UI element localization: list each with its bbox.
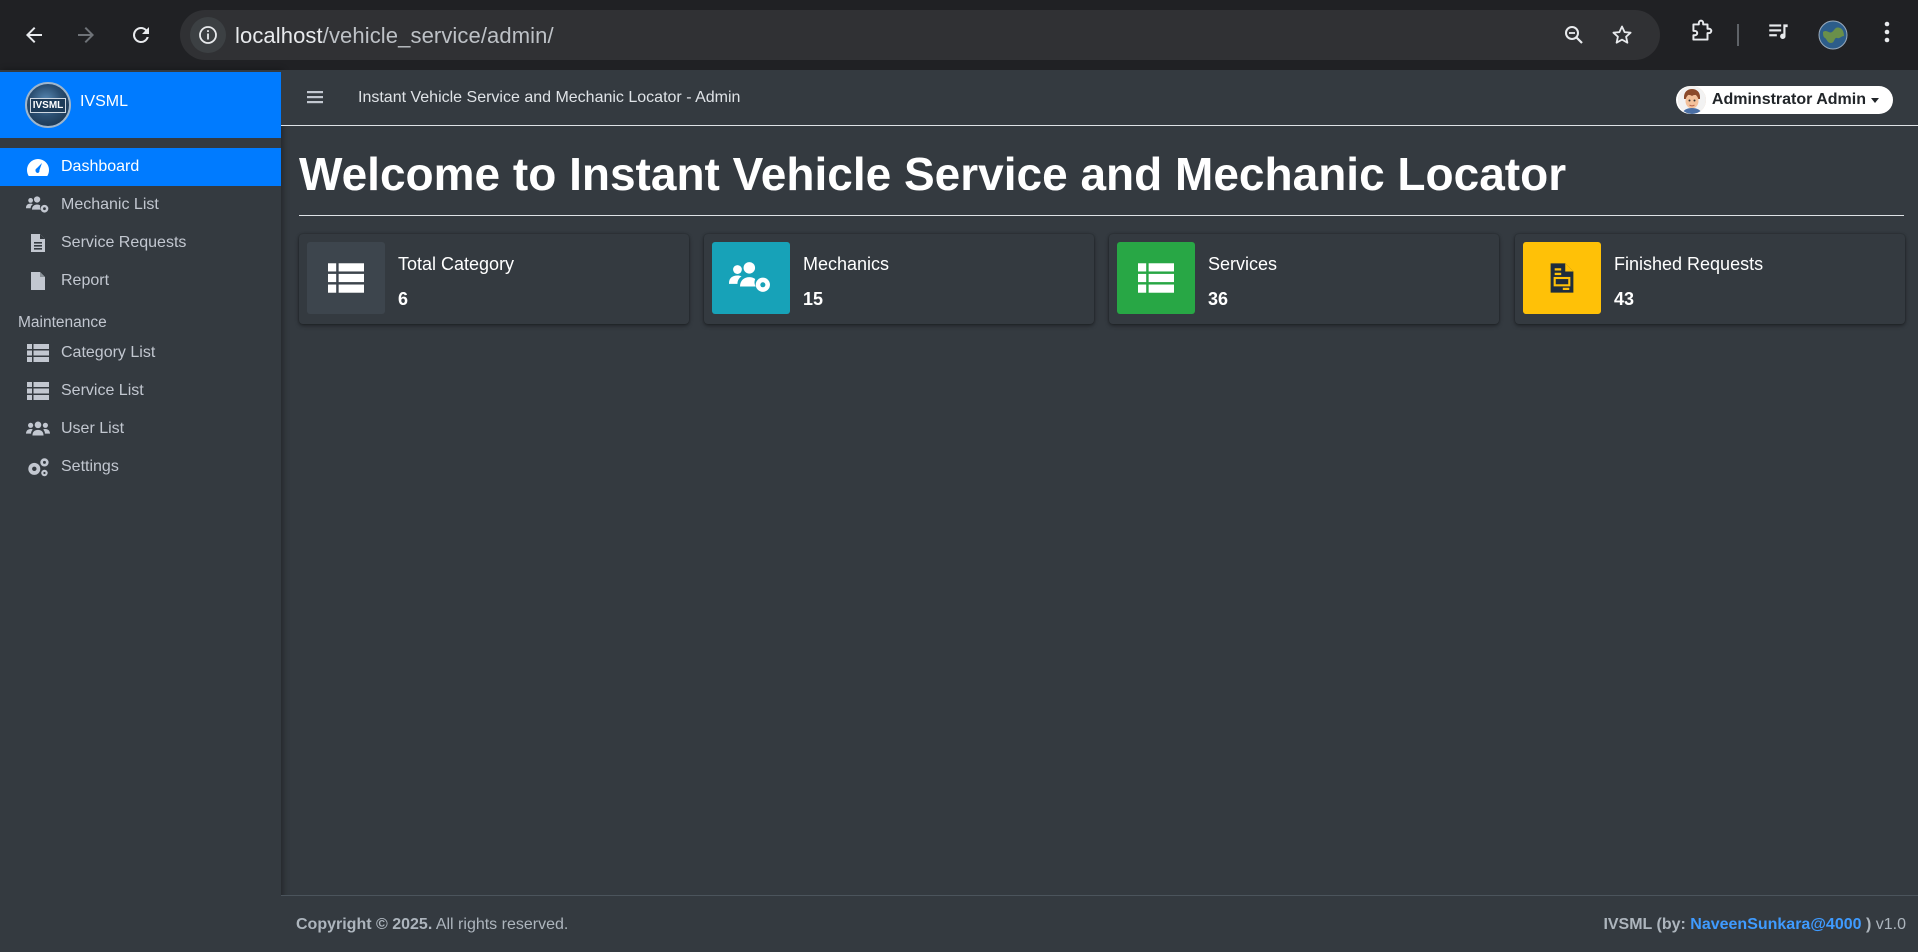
url-host: localhost xyxy=(235,23,323,48)
author-link[interactable]: NaveenSunkara@4000 xyxy=(1690,916,1861,933)
sidebar-item-dashboard[interactable]: Dashboard xyxy=(0,148,281,186)
footer-credits: IVSML (by: NaveenSunkara@4000 ) v1.0 xyxy=(1603,916,1906,934)
url-text: localhost/vehicle_service/admin/ xyxy=(235,23,554,49)
info-box-label: Services xyxy=(1208,254,1278,274)
brand-text: IVSML xyxy=(80,93,129,110)
file-invoice-icon xyxy=(1523,242,1601,314)
sidebar-item-label: Category List xyxy=(61,344,156,361)
zoom-button[interactable] xyxy=(1562,23,1586,52)
bookmark-button[interactable] xyxy=(1610,23,1634,52)
sidebar-item-label: Dashboard xyxy=(61,158,140,175)
sidebar-item-service-requests[interactable]: Service Requests xyxy=(0,224,281,262)
sidebar-item-label: Mechanic List xyxy=(61,196,159,213)
info-box-label: Total Category xyxy=(398,254,515,274)
copyright-bold: Copyright © 2025. xyxy=(296,916,433,933)
sidebar-item-service-list[interactable]: Service List xyxy=(0,372,281,410)
footer-brand-prefix: IVSML (by: xyxy=(1603,916,1691,933)
queue-music-icon xyxy=(1769,24,1788,40)
sidebar-item-mechanic-list[interactable]: Mechanic List xyxy=(0,186,281,224)
more-vert-icon xyxy=(1884,21,1890,43)
users-cog-icon xyxy=(26,195,50,215)
profile-globe-icon xyxy=(1818,20,1848,50)
top-navbar: Instant Vehicle Service and Mechanic Loc… xyxy=(281,70,1918,126)
users-cog-icon xyxy=(712,242,790,314)
info-box-mechanics: Mechanics 15 xyxy=(704,234,1094,324)
sidebar-item-label: Service List xyxy=(61,382,144,399)
site-info-button[interactable] xyxy=(190,17,226,53)
sidebar-header-maintenance: Maintenance xyxy=(18,314,107,331)
sidebar-item-settings[interactable]: Settings xyxy=(0,448,281,486)
info-box-label: Mechanics xyxy=(803,254,890,274)
cogs-icon xyxy=(26,457,50,477)
sidebar-item-user-list[interactable]: User List xyxy=(0,410,281,448)
arrow-right-icon xyxy=(78,27,94,43)
sidebar-menu: Dashboard Mechanic List Service Requests… xyxy=(0,148,281,486)
main-content: Welcome to Instant Vehicle Service and M… xyxy=(281,127,1918,895)
star-icon xyxy=(1612,25,1632,44)
sidebar-item-label: Service Requests xyxy=(61,234,187,251)
info-box-label: Finished Requests xyxy=(1614,254,1764,274)
footer-brand-suffix: ) xyxy=(1861,916,1872,933)
sidebar-item-label: Report xyxy=(61,272,110,289)
reload-icon xyxy=(133,26,149,43)
th-list-icon xyxy=(1117,242,1195,314)
info-box-finished-requests: Finished Requests 43 xyxy=(1515,234,1905,324)
info-box-value: 43 xyxy=(1614,289,1635,309)
file-icon xyxy=(26,271,50,291)
info-box-value: 36 xyxy=(1208,289,1229,309)
extensions-button[interactable] xyxy=(1688,19,1714,50)
sidebar-item-label: User List xyxy=(61,420,125,437)
address-bar[interactable]: localhost/vehicle_service/admin/ xyxy=(180,10,1660,60)
tachometer-icon xyxy=(26,157,50,177)
info-icon xyxy=(199,26,217,44)
page-title: Welcome to Instant Vehicle Service and M… xyxy=(299,148,1567,200)
th-list-icon xyxy=(26,381,50,401)
url-path: /vehicle_service/admin/ xyxy=(322,23,554,48)
users-icon xyxy=(26,419,50,439)
th-list-icon xyxy=(307,242,385,314)
th-list-icon xyxy=(26,343,50,363)
main-sidebar: IVSML IVSML Dashboard Mechanic List Serv… xyxy=(0,70,281,952)
sidebar-item-report[interactable]: Report xyxy=(0,262,281,300)
media-controls-button[interactable] xyxy=(1766,19,1792,50)
caret-down-icon xyxy=(1871,97,1879,103)
sidebar-item-label: Settings xyxy=(61,458,119,475)
info-box-value: 15 xyxy=(803,289,824,309)
chrome-menu-button[interactable] xyxy=(1880,19,1894,50)
copyright-rest: All rights reserved. xyxy=(432,916,569,933)
heading-divider xyxy=(299,215,1904,216)
brand-logo-text: IVSML xyxy=(29,97,67,113)
footer-copyright: Copyright © 2025. All rights reserved. xyxy=(296,916,568,934)
user-name: Adminstrator Admin xyxy=(1711,91,1866,108)
info-box-services: Services 36 xyxy=(1109,234,1499,324)
hamburger-icon xyxy=(307,91,323,104)
main-footer: Copyright © 2025. All rights reserved. I… xyxy=(281,895,1918,952)
file-alt-icon xyxy=(26,233,50,253)
forward-button[interactable] xyxy=(68,17,104,53)
arrow-left-icon xyxy=(26,27,42,43)
footer-version: v1.0 xyxy=(1871,916,1906,933)
brand-logo: IVSML xyxy=(25,82,71,128)
profile-button[interactable] xyxy=(1818,20,1848,55)
user-menu-button[interactable]: Adminstrator Admin xyxy=(1675,86,1893,114)
browser-toolbar: localhost/vehicle_service/admin/ xyxy=(0,0,1918,70)
toolbar-divider xyxy=(1737,24,1739,46)
zoom-out-icon xyxy=(1565,26,1583,44)
navbar-title: Instant Vehicle Service and Mechanic Loc… xyxy=(358,89,741,106)
back-button[interactable] xyxy=(16,17,52,53)
info-box-total-category: Total Category 6 xyxy=(299,234,689,324)
sidebar-item-category-list[interactable]: Category List xyxy=(0,334,281,372)
puzzle-icon xyxy=(1692,19,1713,41)
brand-link[interactable]: IVSML IVSML xyxy=(0,72,281,138)
reload-button[interactable] xyxy=(123,17,159,53)
info-box-value: 6 xyxy=(398,289,409,309)
sidebar-toggle-button[interactable] xyxy=(307,90,323,109)
avatar xyxy=(1677,86,1706,114)
